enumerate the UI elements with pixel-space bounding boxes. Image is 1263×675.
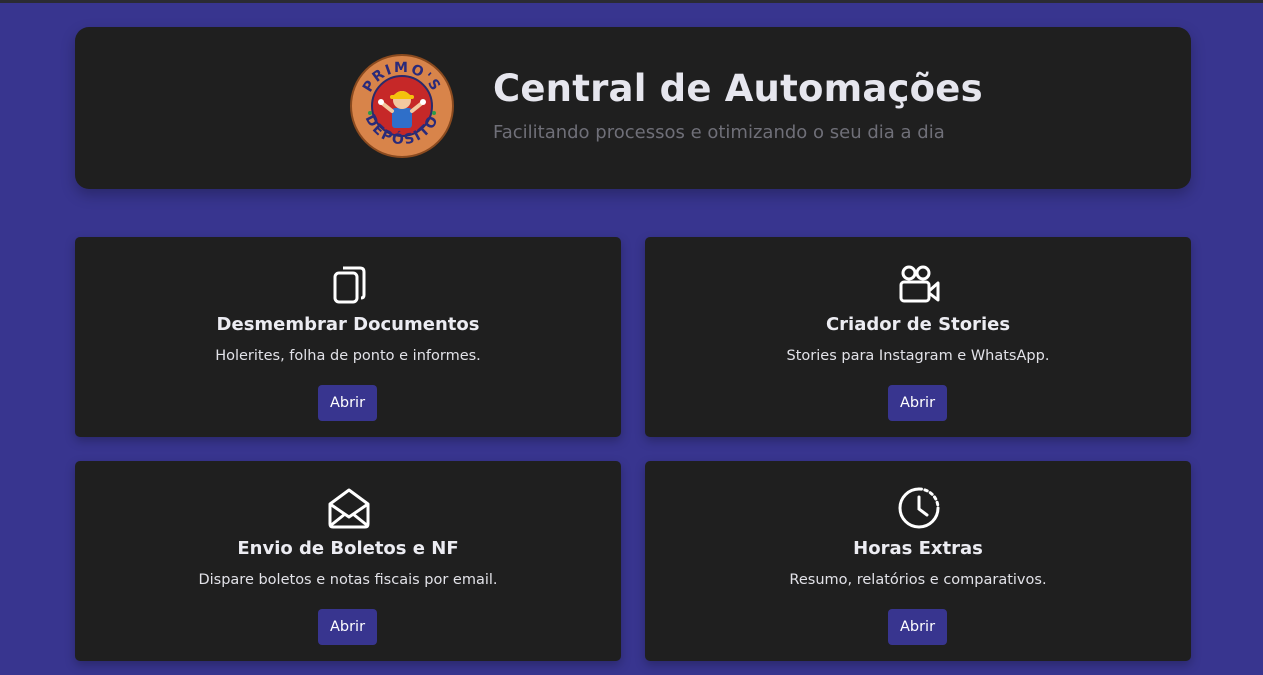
card-title: Criador de Stories <box>825 314 1011 335</box>
open-button[interactable]: Abrir <box>888 609 947 645</box>
card-description: Resumo, relatórios e comparativos. <box>789 572 1047 588</box>
window-top-strip <box>0 0 1263 3</box>
card-description: Stories para Instagram e WhatsApp. <box>786 348 1050 364</box>
automation-card-boletos: Envio de Boletos e NF Dispare boletos e … <box>75 461 621 661</box>
open-button[interactable]: Abrir <box>318 385 377 421</box>
open-button[interactable]: Abrir <box>318 609 377 645</box>
card-description: Dispare boletos e notas fiscais por emai… <box>198 572 498 588</box>
card-title: Envio de Boletos e NF <box>237 538 459 559</box>
page-header: PRIMO'S DEPÓSITO Central de Automações F… <box>75 27 1191 189</box>
card-title: Horas Extras <box>853 538 983 559</box>
card-description: Holerites, folha de ponto e informes. <box>215 348 481 364</box>
brand-logo: PRIMO'S DEPÓSITO <box>350 54 454 158</box>
open-button[interactable]: Abrir <box>888 385 947 421</box>
clock-history-icon <box>898 487 940 529</box>
automation-card-horas-extras: Horas Extras Resumo, relatórios e compar… <box>645 461 1191 661</box>
card-title: Desmembrar Documentos <box>216 314 480 335</box>
page-subtitle: Facilitando processos e otimizando o seu… <box>493 122 945 143</box>
video-camera-icon <box>899 265 940 303</box>
automation-card-desmembrar: Desmembrar Documentos Holerites, folha d… <box>75 237 621 437</box>
envelope-open-icon <box>328 488 370 529</box>
page-title: Central de Automações <box>493 67 983 110</box>
automation-card-stories: Criador de Stories Stories para Instagra… <box>645 237 1191 437</box>
documents-icon <box>333 266 366 304</box>
